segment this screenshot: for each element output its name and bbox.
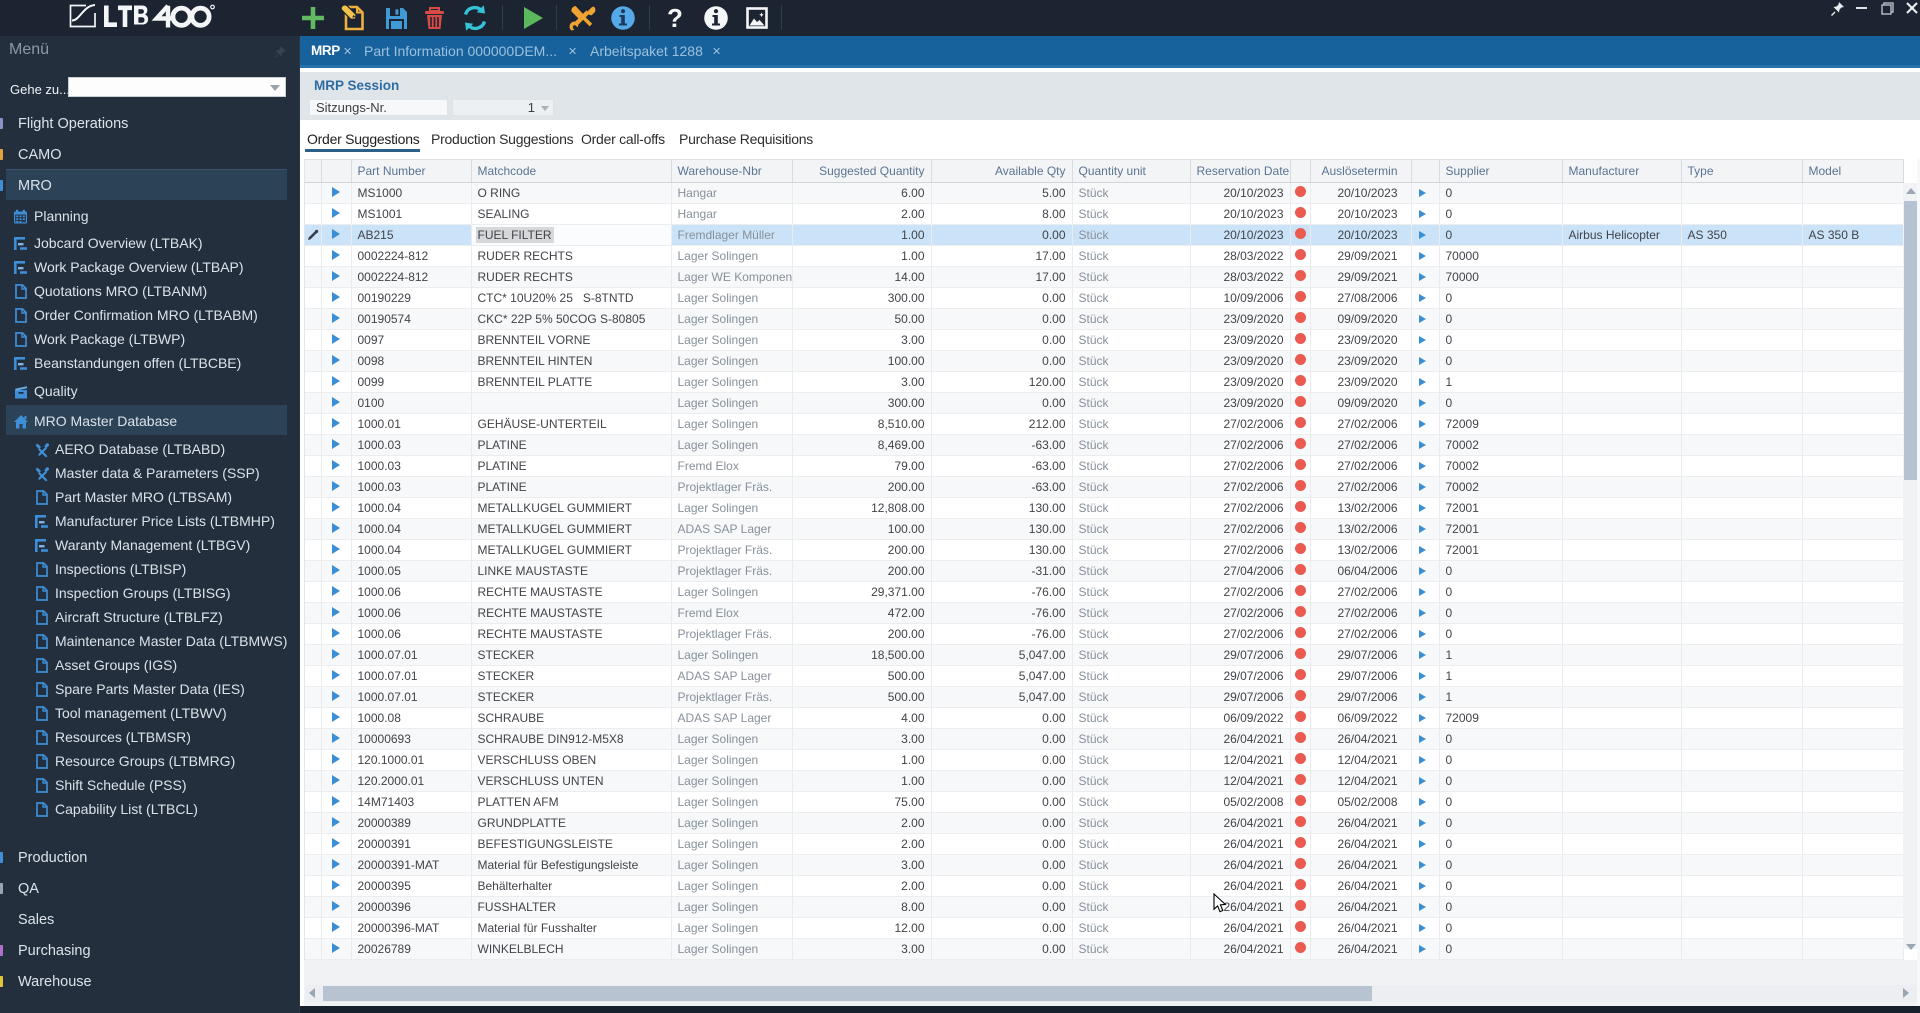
svg-text:?: ? [667,4,683,32]
